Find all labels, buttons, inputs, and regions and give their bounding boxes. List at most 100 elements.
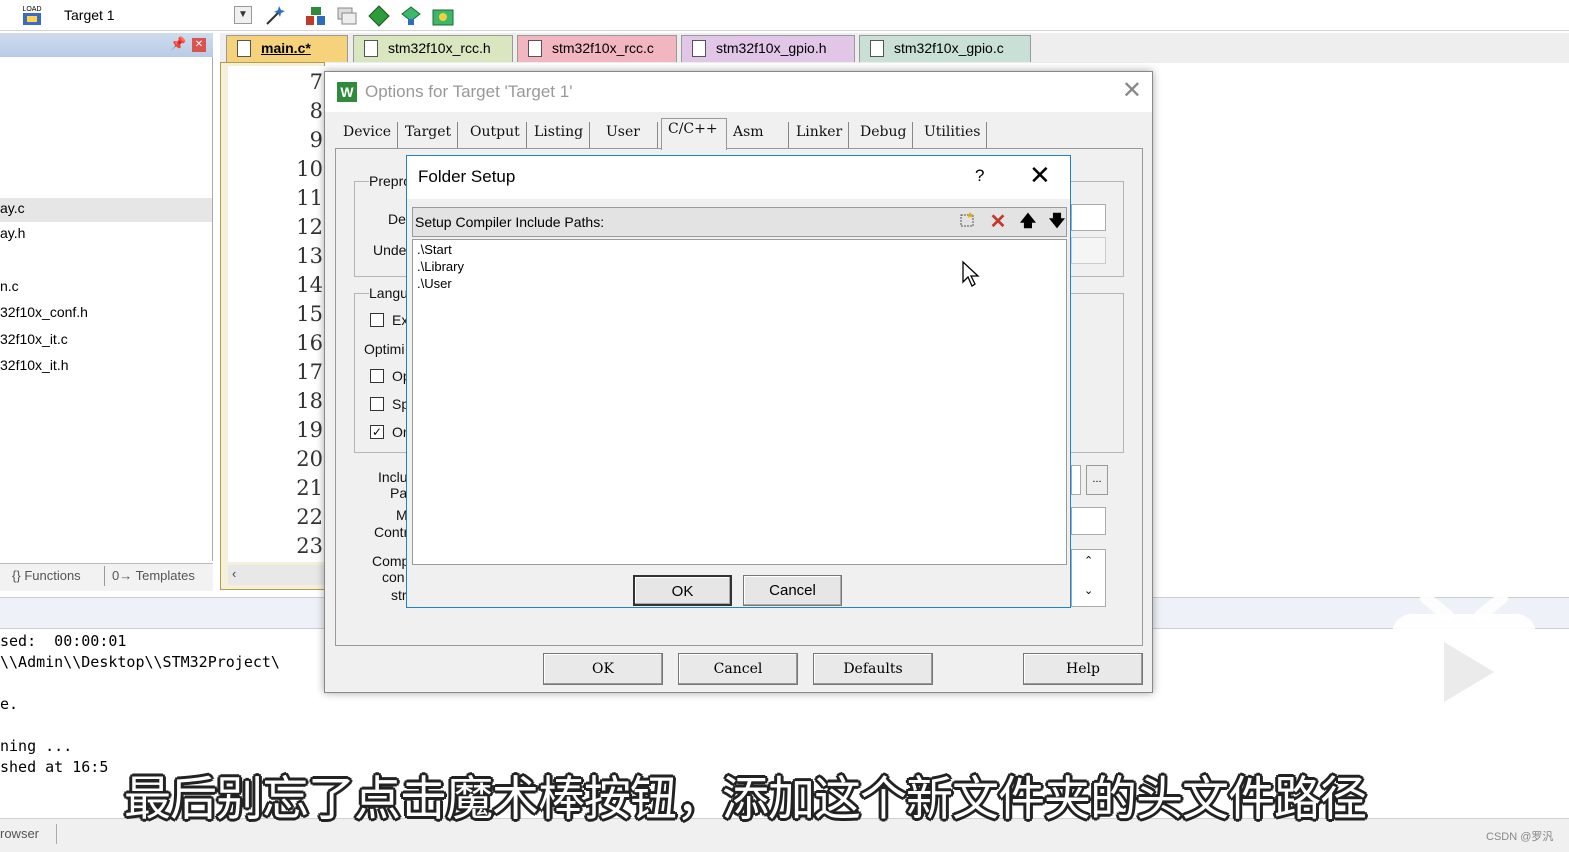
- manage-icon[interactable]: [399, 4, 423, 26]
- tab-stm32f10x-rcc-c[interactable]: stm32f10x_rcc.c: [517, 35, 677, 62]
- tab-stm32f10x-rcc-h[interactable]: stm32f10x_rcc.h: [353, 35, 513, 62]
- tab-functions-label: Functions: [24, 568, 81, 583]
- tree-file-item[interactable]: ay.c: [0, 198, 212, 222]
- arrow-down-icon[interactable]: 🡇: [1045, 211, 1069, 233]
- compiler-label: Comp: [372, 553, 410, 569]
- document-icon: [528, 40, 542, 57]
- chevron-left-icon[interactable]: ‹: [232, 566, 236, 581]
- horizontal-scrollbar[interactable]: ‹: [228, 565, 325, 585]
- undefine-label: Unde: [373, 242, 407, 258]
- tab-utilities[interactable]: Utilities: [918, 122, 988, 148]
- tab-templates[interactable]: 0→ Templates: [112, 568, 195, 583]
- new-folder-icon[interactable]: [955, 211, 979, 233]
- tree-file-item[interactable]: 32f10x_it.c: [0, 331, 68, 347]
- tab-target[interactable]: Target: [399, 122, 459, 148]
- line-number: 17: [296, 360, 323, 384]
- line-number: 14: [296, 273, 323, 297]
- pack-installer-icon[interactable]: [431, 4, 455, 26]
- list-item[interactable]: .\Library: [417, 259, 464, 274]
- arrow-up-icon[interactable]: 🡅: [1016, 211, 1040, 233]
- checkbox-execute-only[interactable]: [370, 313, 384, 327]
- tab-functions[interactable]: {} Functions: [12, 568, 81, 583]
- play-video-icon[interactable]: [1390, 590, 1538, 732]
- output-line: ning ...: [0, 737, 73, 755]
- mouse-cursor-icon: [961, 260, 981, 291]
- tab-output[interactable]: Output: [464, 122, 527, 148]
- tree-file-item[interactable]: 32f10x_it.h: [0, 357, 69, 373]
- defaults-button[interactable]: Defaults: [813, 653, 933, 685]
- tab-main-c[interactable]: main.c*: [226, 35, 348, 62]
- window-icon[interactable]: [335, 4, 359, 26]
- chevron-up-icon[interactable]: ⌃: [1084, 554, 1093, 567]
- project-panel-header: 📌 ✕: [0, 33, 213, 57]
- include-paths-input[interactable]: [1071, 465, 1081, 495]
- delete-icon[interactable]: ✕: [986, 211, 1010, 233]
- help-button[interactable]: Help: [1023, 653, 1143, 685]
- tree-file-label: ay.c: [0, 200, 25, 216]
- tree-file-item[interactable]: n.c: [0, 278, 19, 294]
- tree-file-item[interactable]: 32f10x_conf.h: [0, 304, 88, 320]
- cancel-button[interactable]: Cancel: [678, 653, 798, 685]
- tree-file-label: 32f10x_conf.h: [0, 304, 88, 320]
- list-item[interactable]: .\User: [417, 276, 452, 291]
- checkbox-split[interactable]: [370, 397, 384, 411]
- tab-templates-label: Templates: [135, 568, 195, 583]
- tab-label: stm32f10x_gpio.h: [716, 40, 827, 56]
- dialog-title: Options for Target 'Target 1': [365, 82, 573, 101]
- diamond-icon[interactable]: [367, 4, 391, 27]
- paths-label: Pa: [390, 485, 408, 501]
- divider: [104, 566, 105, 586]
- output-line: sed: 00:00:01: [0, 632, 127, 650]
- editor-tab-bar: main.c* stm32f10x_rcc.h stm32f10x_rcc.c …: [220, 33, 1569, 63]
- chevron-down-icon[interactable]: ⌄: [1084, 584, 1093, 597]
- ok-button[interactable]: OK: [543, 653, 663, 685]
- cancel-button[interactable]: Cancel: [743, 575, 842, 606]
- include-paths-list: .\Start .\Library .\User: [412, 239, 1067, 565]
- close-icon[interactable]: ✕: [192, 38, 206, 52]
- checkbox-optimize[interactable]: [370, 369, 384, 383]
- magic-wand-icon[interactable]: [263, 4, 287, 26]
- output-line: shed at 16:5: [0, 758, 109, 776]
- help-icon[interactable]: ?: [975, 166, 984, 186]
- tree-file-label: 32f10x_it.h: [0, 357, 69, 373]
- svg-text:LOAD: LOAD: [22, 6, 41, 13]
- misc-controls-input[interactable]: [1071, 507, 1106, 535]
- close-icon[interactable]: ✕: [1029, 160, 1051, 191]
- define-input[interactable]: [1071, 204, 1106, 231]
- chevron-down-icon[interactable]: ▼: [234, 6, 252, 24]
- language-label: Langu: [369, 285, 407, 301]
- tab-asm[interactable]: Asm: [727, 122, 789, 148]
- include-label: Inclu: [378, 469, 408, 485]
- tab-device[interactable]: Device: [337, 122, 399, 148]
- control-label: con: [382, 569, 405, 585]
- tab-books-browser[interactable]: rowser: [0, 826, 39, 841]
- file-extensions-icon[interactable]: [304, 4, 328, 26]
- tab-stm32f10x-gpio-h[interactable]: stm32f10x_gpio.h: [681, 35, 855, 62]
- tab-c-cpp[interactable]: C/C++: [661, 118, 727, 150]
- project-tree: ay.c ay.h n.c 32f10x_conf.h 32f10x_it.c …: [0, 57, 213, 561]
- ok-button[interactable]: OK: [633, 575, 732, 606]
- line-number: 13: [296, 244, 323, 268]
- tab-label: main.c*: [261, 40, 311, 56]
- compiler-control-string: ⌃ ⌄: [1071, 549, 1106, 607]
- undefine-input[interactable]: [1071, 237, 1106, 264]
- browse-include-button[interactable]: ...: [1086, 465, 1108, 495]
- output-line: e.: [0, 695, 19, 713]
- close-icon[interactable]: ✕: [1122, 76, 1142, 105]
- list-item[interactable]: .\Start: [417, 242, 452, 257]
- target-select[interactable]: Target 1 ▼: [56, 3, 254, 27]
- document-icon: [364, 40, 378, 57]
- pin-icon[interactable]: 📌: [170, 36, 186, 52]
- document-icon: [692, 40, 706, 57]
- tree-file-item[interactable]: ay.h: [0, 225, 25, 241]
- tab-user[interactable]: User: [600, 122, 658, 148]
- tab-debug[interactable]: Debug: [854, 122, 914, 148]
- checkbox-one-elf[interactable]: ✓: [370, 425, 384, 439]
- line-number: 23: [296, 534, 323, 558]
- load-icon[interactable]: LOAD: [20, 4, 44, 26]
- divider: [56, 824, 57, 844]
- tab-linker[interactable]: Linker: [790, 122, 850, 148]
- tab-stm32f10x-gpio-c[interactable]: stm32f10x_gpio.c: [859, 35, 1031, 62]
- output-line: \\Admin\\Desktop\\STM32Project\: [0, 653, 280, 671]
- tab-listing[interactable]: Listing: [528, 122, 591, 148]
